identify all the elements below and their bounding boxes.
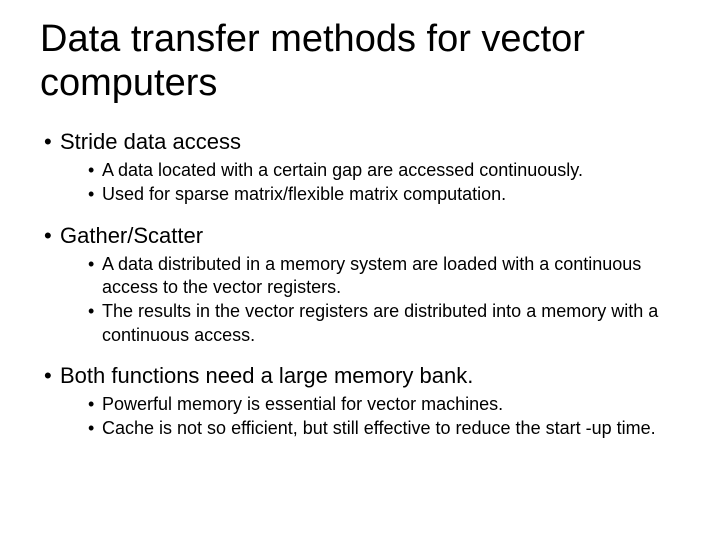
bullet-text: A data distributed in a memory system ar… bbox=[102, 254, 641, 297]
list-item: Gather/Scatter A data distributed in a m… bbox=[44, 221, 680, 347]
bullet-text: Cache is not so efficient, but still eff… bbox=[102, 418, 656, 438]
bullet-text: The results in the vector registers are … bbox=[102, 301, 658, 344]
slide: Data transfer methods for vector compute… bbox=[0, 0, 720, 540]
bullet-text: Both functions need a large memory bank. bbox=[60, 363, 473, 388]
bullet-list: Stride data access A data located with a… bbox=[44, 127, 680, 440]
bullet-text: A data located with a certain gap are ac… bbox=[102, 160, 583, 180]
list-item: Cache is not so efficient, but still eff… bbox=[88, 417, 680, 440]
sub-list: A data distributed in a memory system ar… bbox=[88, 253, 680, 348]
sub-list: Powerful memory is essential for vector … bbox=[88, 393, 680, 441]
list-item: Stride data access A data located with a… bbox=[44, 127, 680, 206]
list-item: The results in the vector registers are … bbox=[88, 300, 680, 347]
slide-title: Data transfer methods for vector compute… bbox=[40, 18, 680, 105]
bullet-text: Used for sparse matrix/flexible matrix c… bbox=[102, 184, 506, 204]
bullet-text: Powerful memory is essential for vector … bbox=[102, 394, 503, 414]
sub-list: A data located with a certain gap are ac… bbox=[88, 159, 680, 207]
bullet-text: Stride data access bbox=[60, 129, 241, 154]
list-item: Powerful memory is essential for vector … bbox=[88, 393, 680, 416]
list-item: A data located with a certain gap are ac… bbox=[88, 159, 680, 182]
bullet-text: Gather/Scatter bbox=[60, 223, 203, 248]
list-item: Both functions need a large memory bank.… bbox=[44, 361, 680, 440]
list-item: Used for sparse matrix/flexible matrix c… bbox=[88, 183, 680, 206]
list-item: A data distributed in a memory system ar… bbox=[88, 253, 680, 300]
